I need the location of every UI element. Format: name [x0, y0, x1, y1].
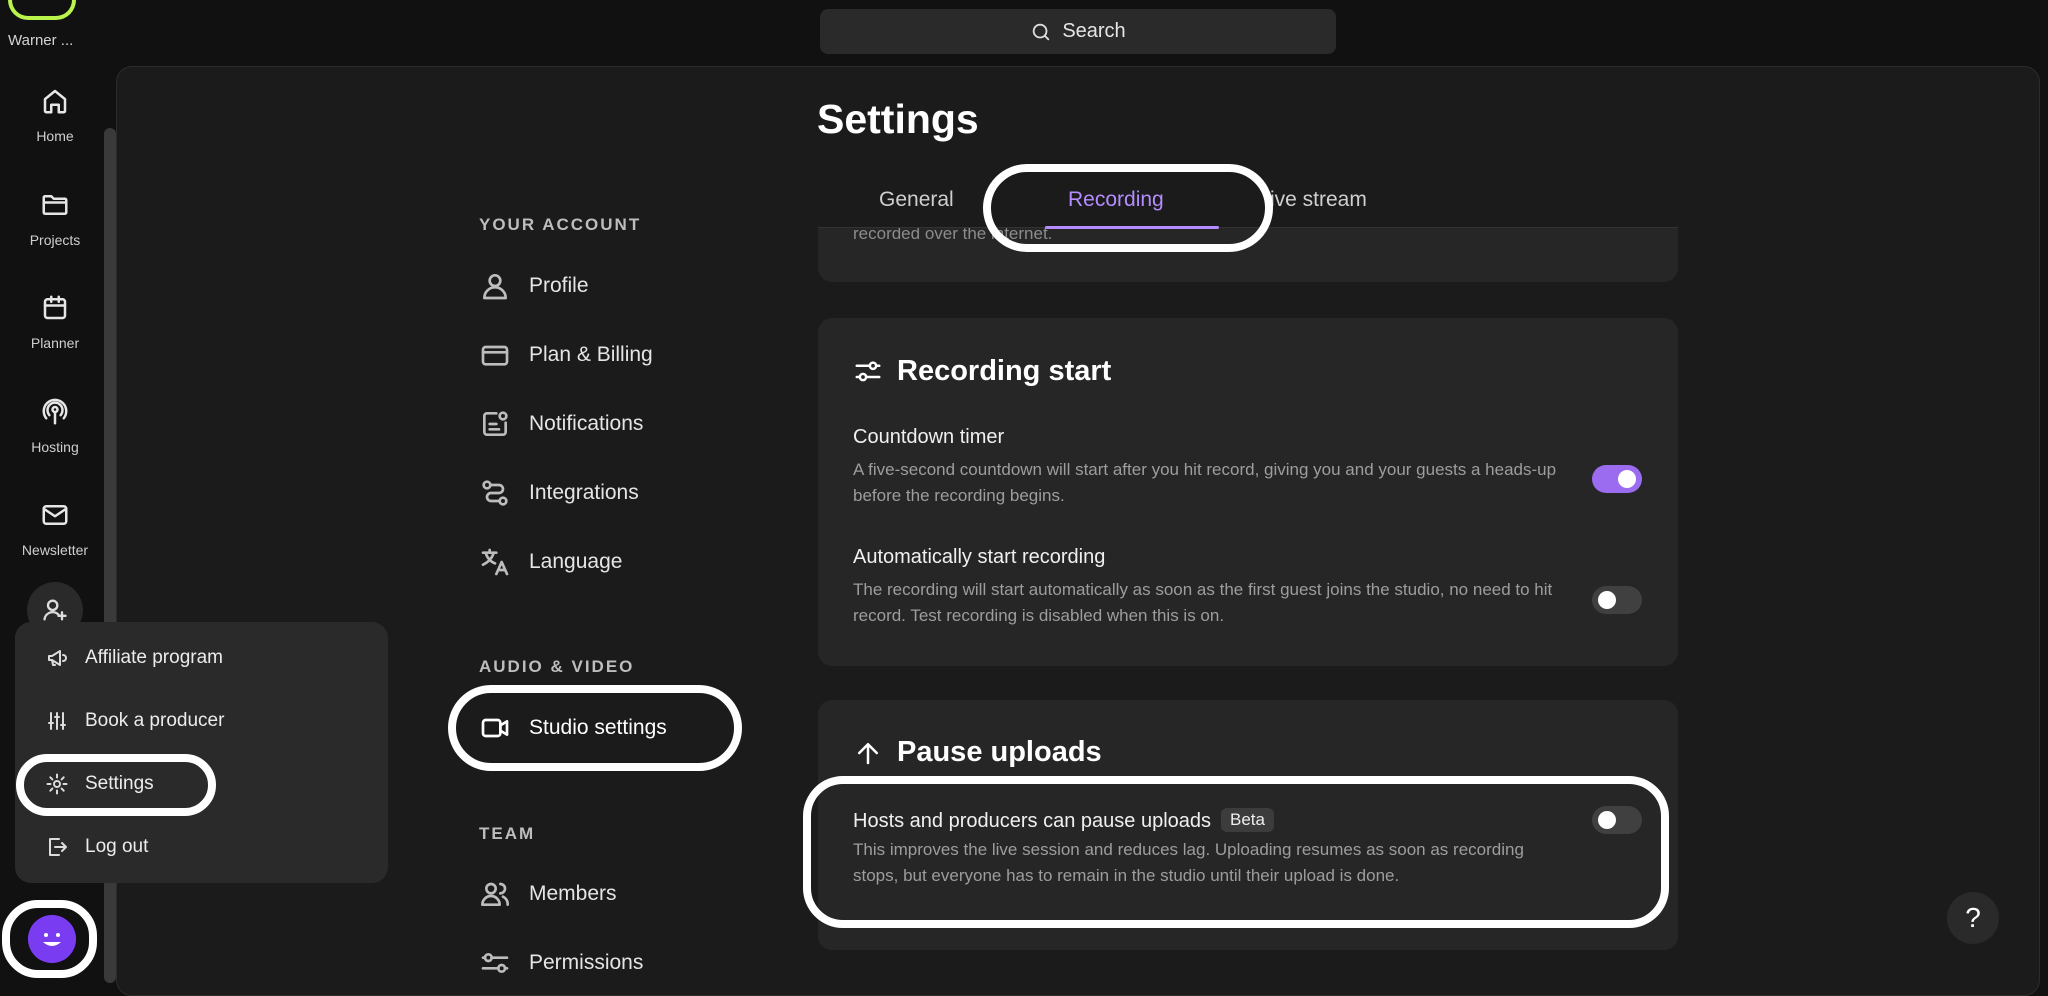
nav-item-label: Notifications [529, 412, 644, 435]
nav-item-integrations[interactable]: Integrations [479, 473, 639, 513]
nav-item-profile[interactable]: Profile [479, 266, 589, 306]
countdown-timer-title: Countdown timer [853, 426, 1005, 448]
auto-start-description: The recording will start automatically a… [853, 580, 1553, 625]
rail-item-hosting[interactable]: Hosting [0, 397, 110, 455]
rail-item-newsletter[interactable]: Newsletter [0, 500, 110, 558]
integrations-icon [479, 477, 511, 509]
video-camera-icon [479, 712, 511, 744]
smiley-face-icon [28, 915, 76, 963]
translate-icon [479, 546, 511, 578]
calendar-icon [40, 293, 70, 323]
add-user-icon [27, 596, 83, 624]
nav-item-label: Language [529, 550, 623, 573]
user-icon [479, 270, 511, 302]
menu-item-log-out[interactable]: Log out [45, 830, 148, 864]
megaphone-icon [45, 646, 69, 670]
recording-start-header: Recording start [853, 355, 1111, 388]
nav-item-permissions[interactable]: Permissions [479, 943, 643, 983]
logout-icon [45, 835, 69, 859]
nav-item-label: Plan & Billing [529, 343, 653, 366]
nav-item-plan-billing[interactable]: Plan & Billing [479, 335, 653, 375]
countdown-timer-description: A five-second countdown will start after… [853, 460, 1557, 505]
podcast-icon [40, 397, 70, 427]
gear-icon [45, 772, 69, 796]
home-icon [40, 86, 70, 116]
auto-start-toggle[interactable] [1592, 586, 1642, 614]
pause-uploads-description: This improves the live session and reduc… [853, 840, 1524, 885]
menu-item-label: Settings [85, 773, 154, 794]
tab-general[interactable]: General [879, 188, 954, 212]
tab-recording[interactable]: Recording [1068, 188, 1164, 212]
arrow-up-icon [853, 738, 883, 768]
folder-icon [40, 190, 70, 220]
auto-start-title: Automatically start recording [853, 546, 1106, 568]
menu-item-label: Book a producer [85, 710, 225, 731]
menu-item-settings[interactable]: Settings [45, 767, 154, 801]
rail-item-home[interactable]: Home [0, 86, 110, 144]
toggle-knob [1618, 470, 1636, 488]
countdown-timer-toggle[interactable] [1592, 465, 1642, 493]
users-icon [479, 878, 511, 910]
sliders-icon [479, 947, 511, 979]
sliders-icon [853, 357, 883, 387]
nav-item-studio-settings[interactable]: Studio settings [479, 708, 667, 748]
workspace-logo[interactable] [8, 0, 76, 20]
nav-item-label: Profile [529, 274, 589, 297]
menu-item-book-producer[interactable]: Book a producer [45, 704, 224, 738]
search-label: Search [1062, 20, 1126, 42]
section-your-account: YOUR ACCOUNT [479, 215, 642, 234]
workspace-name[interactable]: Warner ... [0, 32, 110, 49]
toggle-knob [1598, 591, 1616, 609]
tab-live-stream[interactable]: ive stream [1270, 188, 1367, 212]
section-team: TEAM [479, 824, 536, 843]
toggle-knob [1598, 811, 1616, 829]
nav-item-members[interactable]: Members [479, 874, 617, 914]
section-audio-video: AUDIO & VIDEO [479, 657, 635, 676]
rail-item-label: Planner [30, 335, 80, 351]
rail-item-label: Home [36, 128, 74, 144]
page-title: Settings [817, 96, 979, 142]
pause-uploads-toggle[interactable] [1592, 806, 1642, 834]
global-search[interactable]: Search [820, 9, 1336, 54]
pause-uploads-header: Pause uploads [853, 736, 1102, 769]
equalizer-icon [45, 709, 69, 733]
menu-item-label: Affiliate program [85, 647, 223, 668]
pause-uploads-title: Pause uploads [897, 736, 1102, 768]
nav-item-notifications[interactable]: Notifications [479, 404, 643, 444]
search-icon [1030, 21, 1052, 43]
tab-active-indicator [1045, 226, 1219, 229]
beta-badge: Beta [1221, 808, 1274, 832]
rail-item-projects[interactable]: Projects [0, 190, 110, 248]
help-button[interactable]: ? [1947, 892, 1999, 944]
rail-item-label: Newsletter [21, 542, 89, 558]
pause-uploads-row-label: Hosts and producers can pause uploads [853, 810, 1212, 832]
mail-icon [40, 500, 70, 530]
rail-item-planner[interactable]: Planner [0, 293, 110, 351]
notification-icon [479, 408, 511, 440]
rail-item-label: Hosting [31, 439, 79, 455]
pause-uploads-row-title: Hosts and producers can pause uploads Bet… [853, 808, 1274, 833]
credit-card-icon [479, 339, 511, 371]
rail-item-label: Projects [29, 232, 81, 248]
nav-item-label: Members [529, 882, 617, 905]
menu-item-affiliate[interactable]: Affiliate program [45, 641, 223, 675]
menu-item-label: Log out [85, 836, 149, 857]
account-menu: Affiliate program Book a producer Settin… [15, 622, 388, 883]
nav-item-language[interactable]: Language [479, 542, 622, 582]
nav-item-label: Studio settings [529, 716, 667, 739]
user-avatar[interactable] [28, 915, 76, 963]
recording-start-title: Recording start [897, 355, 1112, 387]
tab-divider [818, 227, 1678, 228]
nav-item-label: Integrations [529, 481, 639, 504]
nav-item-label: Permissions [529, 951, 644, 974]
